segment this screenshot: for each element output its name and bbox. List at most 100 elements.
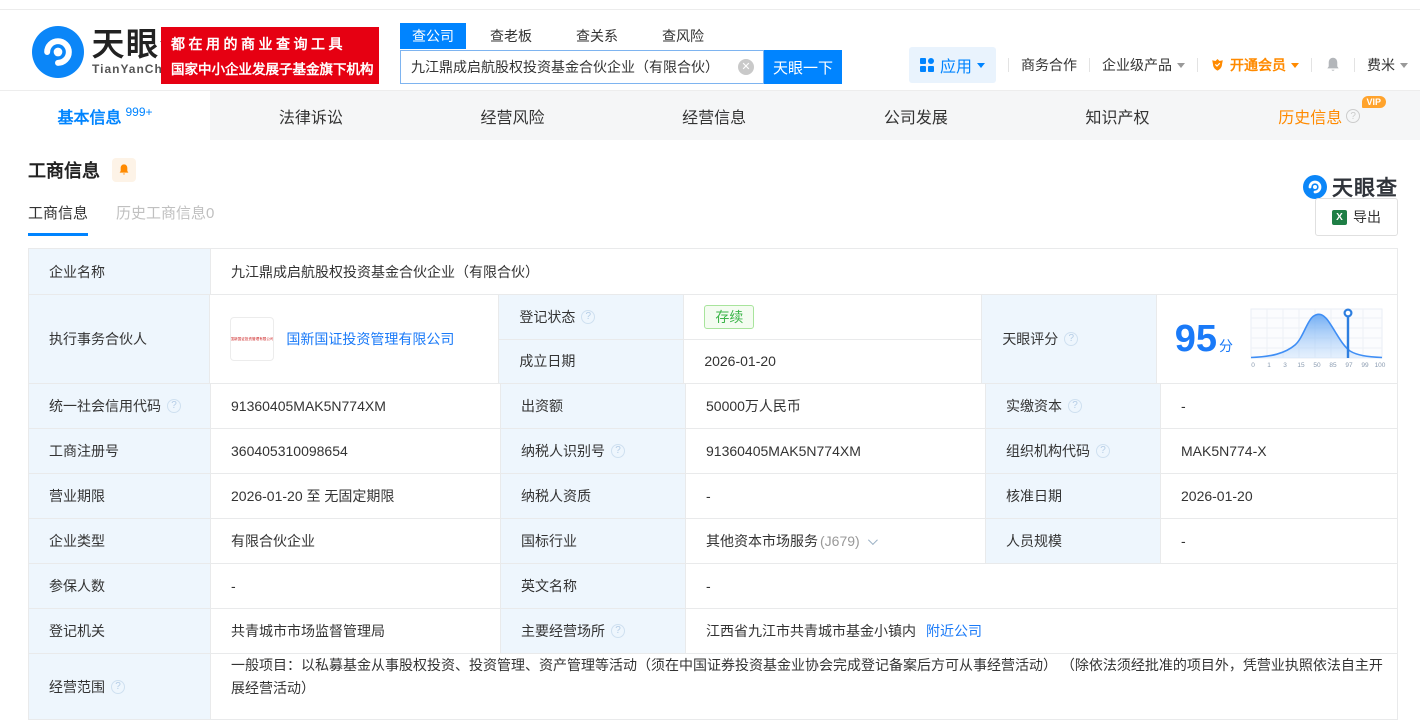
industry-value: 其他资本市场服务 (J679) <box>686 519 986 563</box>
search-button[interactable]: 天眼一下 <box>764 50 842 84</box>
user-menu[interactable]: 费米 <box>1367 55 1408 75</box>
search-input[interactable] <box>400 50 764 84</box>
search-tab-boss[interactable]: 查老板 <box>480 24 542 48</box>
enterprise-products-menu[interactable]: 企业级产品 <box>1102 55 1185 75</box>
industry-label: 国标行业 <box>501 519 686 563</box>
apps-menu-button[interactable]: 应用 <box>908 47 996 83</box>
table-row-insured-count: 参保人数 - 英文名称 - <box>29 564 1397 609</box>
table-row-executive-partner: 执行事务合伙人 国新国证投资管理有限公司 国新国证投资管理有限公司 登记状态? … <box>29 295 1397 384</box>
help-icon[interactable]: ? <box>611 444 625 458</box>
tab-company-development[interactable]: 公司发展 <box>815 91 1017 140</box>
company-nav-tabs: 基本信息 999+ 法律诉讼 经营风险 经营信息 公司发展 知识产权 VIP 历… <box>0 90 1420 140</box>
section-title: 工商信息 <box>28 161 100 181</box>
top-divider <box>0 0 1420 10</box>
executive-partner-value: 国新国证投资管理有限公司 国新国证投资管理有限公司 <box>210 295 500 383</box>
org-code-label: 组织机构代码? <box>986 429 1161 473</box>
staff-size-label: 人员规模 <box>986 519 1161 563</box>
vip-badge: VIP <box>1361 96 1387 108</box>
open-vip-menu[interactable]: 开通会员 <box>1210 55 1299 75</box>
business-scope-label: 经营范围? <box>29 654 211 719</box>
table-row-company-name: 企业名称 九江鼎成启航股权投资基金合伙企业（有限合伙） <box>29 249 1397 295</box>
section-header: 工商信息 <box>28 156 1398 184</box>
export-button[interactable]: X 导出 <box>1315 198 1398 236</box>
subtab-row: 工商信息 历史工商信息0 X 导出 <box>28 198 1398 236</box>
approval-date-label: 核准日期 <box>986 474 1161 518</box>
tab-basic-info[interactable]: 基本信息 999+ <box>0 91 210 140</box>
search-tab-relation[interactable]: 查关系 <box>566 24 628 48</box>
partner-company-logo: 国新国证投资管理有限公司 <box>230 317 275 361</box>
tab-intellectual-property[interactable]: 知识产权 <box>1017 91 1219 140</box>
registration-status-value: 存续 <box>684 295 981 339</box>
help-icon[interactable]: ? <box>1064 332 1079 346</box>
search-block: 查公司 查老板 查关系 查风险 ✕ 天眼一下 <box>400 23 842 84</box>
status-date-subtable: 登记状态? 存续 成立日期 2026-01-20 <box>499 295 983 383</box>
username: 费米 <box>1367 57 1395 73</box>
help-icon[interactable]: ? <box>1068 399 1082 413</box>
business-term-value: 2026-01-20 至 无固定期限 <box>211 474 501 518</box>
search-tab-company[interactable]: 查公司 <box>400 23 466 49</box>
tab-history-info[interactable]: VIP 历史信息 ? <box>1218 91 1420 140</box>
help-icon[interactable]: ? <box>1096 444 1110 458</box>
help-icon[interactable]: ? <box>111 679 125 694</box>
svg-text:100: 100 <box>1375 362 1386 369</box>
business-registration-table: 企业名称 九江鼎成启航股权投资基金合伙企业（有限合伙） 执行事务合伙人 国新国证… <box>28 248 1398 720</box>
credit-code-value: 91360405MAK5N774XM <box>211 384 501 428</box>
vip-crown-icon <box>1210 58 1225 72</box>
company-name-value: 九江鼎成启航股权投资基金合伙企业（有限合伙） <box>231 263 539 280</box>
contribution-value: 50000万人民币 <box>686 384 986 428</box>
subtab-history-business-info[interactable]: 历史工商信息0 <box>116 202 214 236</box>
establish-date-value: 2026-01-20 <box>704 353 776 370</box>
search-tab-risk[interactable]: 查风险 <box>652 24 714 48</box>
chevron-down-icon <box>1177 62 1185 68</box>
svg-text:85: 85 <box>1329 362 1337 369</box>
svg-text:1: 1 <box>1267 362 1271 369</box>
help-icon[interactable]: ? <box>581 309 596 324</box>
company-type-value: 有限合伙企业 <box>211 519 501 563</box>
tianyan-score-label: 天眼评分? <box>982 295 1157 383</box>
basic-info-count-badge: 999+ <box>125 104 153 119</box>
approval-date-value: 2026-01-20 <box>1181 488 1253 504</box>
taxpayer-id-value: 91360405MAK5N774XM <box>686 429 986 473</box>
staff-size-value: - <box>1181 533 1186 549</box>
notification-bell-icon[interactable] <box>1324 56 1342 74</box>
paid-in-capital-label: 实缴资本? <box>986 384 1161 428</box>
tab-business-info[interactable]: 经营信息 <box>613 91 815 140</box>
clear-search-icon[interactable]: ✕ <box>738 59 754 75</box>
biz-cooperation-link[interactable]: 商务合作 <box>1021 55 1077 75</box>
table-row-credit-code: 统一社会信用代码? 91360405MAK5N774XM 出资额 50000万人… <box>29 384 1397 429</box>
nearby-companies-link[interactable]: 附近公司 <box>926 621 982 641</box>
tianyan-score-value[interactable]: 95 分 0 1 3 15 50 85 97 99 100 <box>1157 295 1397 383</box>
chevron-down-icon <box>1400 62 1408 68</box>
status-badge: 存续 <box>704 304 755 329</box>
company-name-label: 企业名称 <box>29 249 211 294</box>
help-icon[interactable]: ? <box>167 399 181 413</box>
subtab-business-info[interactable]: 工商信息 <box>28 202 89 236</box>
svg-text:15: 15 <box>1297 362 1305 369</box>
chevron-down-icon <box>977 62 985 68</box>
registration-number-label: 工商注册号 <box>29 429 211 473</box>
business-scope-value: 一般项目：以私募基金从事股权投资、投资管理、资产管理等活动（须在中国证券投资基金… <box>231 657 1383 696</box>
help-icon[interactable]: ? <box>1346 108 1361 123</box>
partner-company-link[interactable]: 国新国证投资管理有限公司 <box>286 329 454 349</box>
table-row-business-term: 营业期限 2026-01-20 至 无固定期限 纳税人资质 - 核准日期 202… <box>29 474 1397 519</box>
insured-count-value: - <box>211 564 501 608</box>
score-marker-pin <box>1343 308 1353 318</box>
help-icon[interactable]: ? <box>611 624 625 638</box>
registration-status-label: 登记状态? <box>499 295 685 339</box>
english-name-value: - <box>706 578 711 594</box>
tianyancha-company-page: 天眼查 TianYanCha.com 都在用的商业查询工具 国家中小企业发展子基… <box>0 0 1420 726</box>
main-premises-label: 主要经营场所? <box>501 609 686 653</box>
score-number: 95 <box>1174 318 1218 360</box>
tab-operational-risk[interactable]: 经营风险 <box>412 91 614 140</box>
table-row-registration-authority: 登记机关 共青城市市场监督管理局 主要经营场所? 江西省九江市共青城市基金小镇内… <box>29 609 1397 654</box>
contribution-label: 出资额 <box>501 384 686 428</box>
subscribe-bell-icon[interactable] <box>112 158 136 182</box>
chevron-down-icon[interactable] <box>867 534 878 545</box>
business-term-label: 营业期限 <box>29 474 211 518</box>
insured-count-label: 参保人数 <box>29 564 211 608</box>
registration-authority-value: 共青城市市场监督管理局 <box>211 609 501 653</box>
svg-text:97: 97 <box>1345 362 1353 369</box>
tab-legal-litigation[interactable]: 法律诉讼 <box>210 91 412 140</box>
executive-partner-label: 执行事务合伙人 <box>29 295 211 383</box>
main-premises-value: 江西省九江市共青城市基金小镇内 附近公司 <box>706 621 982 641</box>
